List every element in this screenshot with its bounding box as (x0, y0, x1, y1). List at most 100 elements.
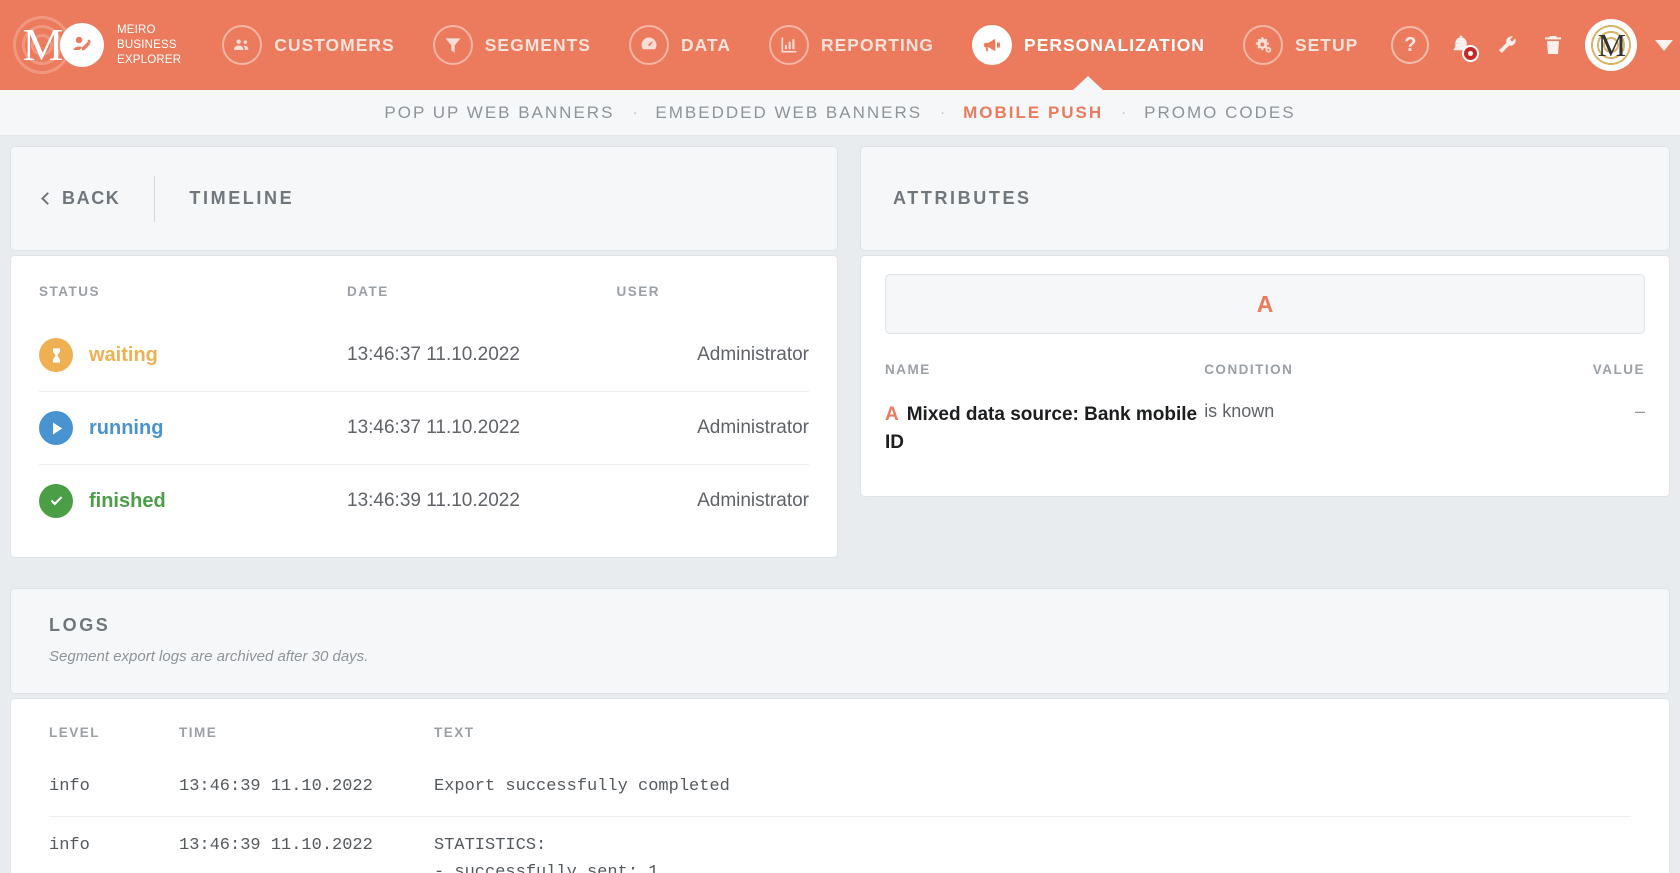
top-navigation-bar: M MEIRO BUSINESS EXPLORER CUSTOMERS SEGMEN… (0, 0, 1680, 90)
nav-item-setup[interactable]: SETUP (1224, 0, 1377, 90)
subnav-item-promo-codes[interactable]: PROMO CODES (1134, 103, 1305, 123)
col-user: USER (616, 284, 661, 299)
col-status: STATUS (39, 284, 100, 299)
primary-nav-items: CUSTOMERS SEGMENTS DATA REPORTING PERSON (203, 0, 1377, 90)
attributes-table: NAME CONDITION VALUE A Mixed data source:… (885, 340, 1645, 472)
subnav-separator: · (1121, 104, 1127, 121)
logs-table: LEVEL TIME TEXT info 13:46:39 11.10.2022… (49, 699, 1631, 873)
wrench-icon (1499, 36, 1516, 53)
nav-label: REPORTING (820, 34, 935, 55)
megaphone-icon (972, 25, 1013, 65)
col-level: LEVEL (49, 725, 101, 740)
timeline-header-row: STATUS DATE USER (39, 256, 809, 319)
table-row: A Mixed data source: Bank mobile ID is kn… (885, 391, 1645, 472)
attributes-header: ATTRIBUTES (860, 146, 1670, 251)
subnav-item-embedded-web-banners[interactable]: EMBEDDED WEB BANNERS (645, 103, 932, 123)
avatar-letter: M (1597, 27, 1626, 63)
cell-date: 13:46:37 11.10.2022 (347, 417, 520, 438)
attributes-body: A NAME CONDITION VALUE A Mixed data sour… (860, 255, 1670, 498)
logs-subtitle: Segment export logs are archived after 3… (49, 648, 369, 665)
gears-icon (1242, 25, 1283, 65)
table-row[interactable]: running 13:46:37 11.10.2022 Administrato… (39, 391, 809, 465)
cell-value: – (1634, 401, 1645, 421)
table-row[interactable]: finished 13:46:39 11.10.2022 Administrat… (39, 464, 809, 538)
status-label: finished (89, 489, 166, 512)
nav-tools: ? M (1377, 19, 1674, 71)
logs-panel: LOGS Segment export logs are archived af… (10, 588, 1670, 873)
cell-status: finished (39, 465, 347, 538)
subnav-item-mobile-push[interactable]: MOBILE PUSH (953, 103, 1113, 123)
attribute-name-text: Mixed data source: Bank mobile ID (885, 404, 1198, 453)
cell-time: 13:46:39 11.10.2022 (179, 836, 373, 856)
back-button[interactable]: BACK (41, 188, 121, 209)
subnav-separator: · (940, 104, 946, 121)
play-icon (39, 411, 73, 445)
cell-date: 13:46:37 11.10.2022 (347, 344, 520, 365)
cell-time: 13:46:39 11.10.2022 (179, 777, 373, 796)
timeline-title: TIMELINE (189, 188, 295, 208)
col-value: VALUE (1592, 362, 1645, 377)
notifications-button[interactable] (1447, 30, 1480, 62)
cell-status: running (39, 392, 347, 465)
col-name: NAME (885, 362, 931, 377)
nav-label: CUSTOMERS (274, 34, 395, 55)
user-avatar[interactable]: M (1585, 19, 1638, 71)
logs-table-card: LEVEL TIME TEXT info 13:46:39 11.10.2022… (10, 698, 1670, 873)
trash-button[interactable] (1539, 30, 1567, 60)
timeline-header: BACK TIMELINE (10, 146, 838, 251)
brand-name-text: MEIRO BUSINESS EXPLORER (117, 23, 182, 66)
logs-header-row: LEVEL TIME TEXT (49, 699, 1631, 758)
nav-label: SETUP (1294, 34, 1359, 55)
attribute-group-chip[interactable]: A (885, 274, 1645, 334)
cell-condition: is known (1204, 401, 1275, 421)
timeline-table-card: STATUS DATE USER waiting 13:46:37 11.10.… (10, 255, 838, 558)
nav-label: SEGMENTS (484, 34, 591, 55)
funnel-icon (432, 25, 473, 65)
page-content: BACK TIMELINE STATUS DATE USER waiting 1… (0, 136, 1680, 873)
col-time: TIME (179, 725, 218, 740)
tools-button[interactable] (1493, 30, 1521, 60)
col-date: DATE (347, 284, 389, 299)
col-text: TEXT (434, 725, 475, 740)
nav-item-personalization[interactable]: PERSONALIZATION (953, 0, 1224, 90)
customers-icon (222, 25, 263, 65)
chevron-left-icon (41, 192, 54, 205)
cell-status: waiting (39, 319, 347, 392)
nav-item-segments[interactable]: SEGMENTS (414, 0, 610, 90)
cell-text: Export successfully completed (434, 777, 730, 796)
table-row[interactable]: waiting 13:46:37 11.10.2022 Administrato… (39, 319, 809, 392)
cell-user: Administrator (697, 344, 809, 365)
cell-level: info (49, 777, 90, 796)
brand-logo-group[interactable]: M MEIRO BUSINESS EXPLORER (8, 11, 181, 79)
notification-badge (1462, 45, 1480, 62)
table-row: info 13:46:39 11.10.2022 Export successf… (49, 758, 1631, 817)
nav-item-data[interactable]: DATA (610, 0, 750, 90)
nav-item-customers[interactable]: CUSTOMERS (203, 0, 414, 90)
cell-attribute-name: A Mixed data source: Bank mobile ID (885, 391, 1204, 472)
col-condition: CONDITION (1204, 362, 1294, 377)
top-panels-row: BACK TIMELINE STATUS DATE USER waiting 1… (10, 146, 1670, 558)
nav-item-reporting[interactable]: REPORTING (750, 0, 953, 90)
subnav-item-popup-web-banners[interactable]: POP UP WEB BANNERS (374, 103, 624, 123)
cell-user: Administrator (697, 490, 809, 511)
logo-letter: M (22, 19, 64, 70)
chevron-down-icon[interactable] (1655, 39, 1674, 51)
secondary-navigation-bar: POP UP WEB BANNERS · EMBEDDED WEB BANNER… (0, 90, 1680, 136)
logs-title: LOGS (49, 615, 111, 635)
cell-user: Administrator (697, 417, 809, 438)
check-icon (39, 484, 73, 518)
timeline-panel: BACK TIMELINE STATUS DATE USER waiting 1… (10, 146, 838, 558)
bar-chart-icon (768, 25, 809, 65)
attributes-title: ATTRIBUTES (893, 188, 1032, 208)
help-button[interactable]: ? (1391, 26, 1430, 64)
nav-label: DATA (680, 34, 731, 55)
table-row: info 13:46:39 11.10.2022 STATISTICS: - s… (49, 816, 1631, 873)
logs-header: LOGS Segment export logs are archived af… (10, 588, 1670, 694)
back-button-label: BACK (62, 188, 121, 208)
attributes-header-row: NAME CONDITION VALUE (885, 340, 1645, 391)
cell-date: 13:46:39 11.10.2022 (347, 490, 520, 511)
hourglass-icon (39, 338, 73, 372)
subnav-separator: · (632, 104, 638, 121)
attributes-panel: ATTRIBUTES A NAME CONDITION VALUE A Mixe… (860, 146, 1670, 498)
trash-icon (1545, 36, 1562, 54)
